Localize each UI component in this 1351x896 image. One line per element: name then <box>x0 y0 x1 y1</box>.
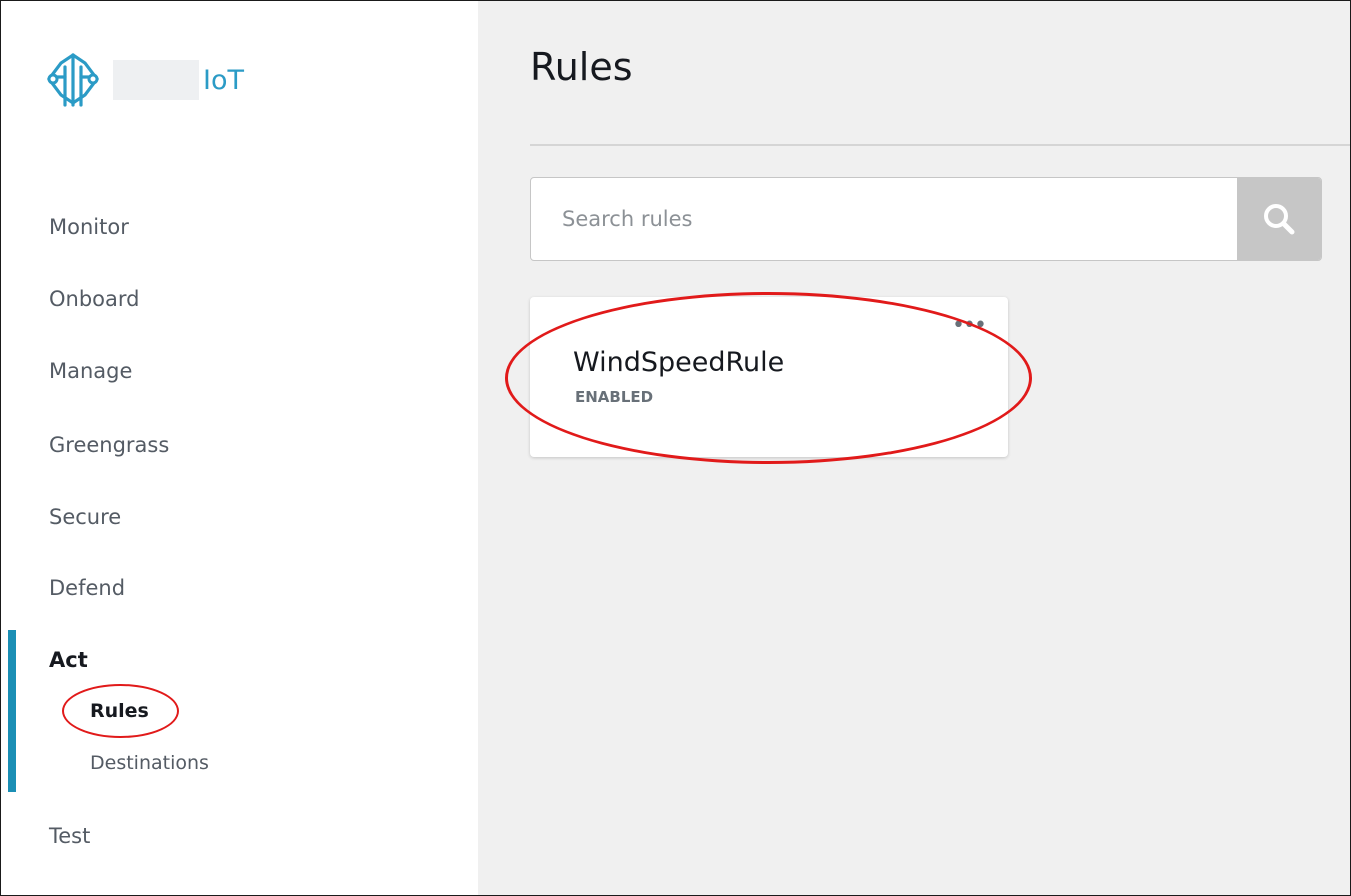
logo-text: IoT <box>203 64 244 96</box>
nav-item-test[interactable]: Test <box>49 824 90 848</box>
rule-card[interactable]: ••• WindSpeedRule ENABLED <box>530 297 1008 457</box>
nav-item-monitor[interactable]: Monitor <box>49 215 129 239</box>
rule-name[interactable]: WindSpeedRule <box>573 347 784 378</box>
logo-redacted-text <box>113 60 199 100</box>
nav-subitem-rules[interactable]: Rules <box>90 700 149 722</box>
title-divider <box>530 144 1350 146</box>
logo[interactable]: IoT <box>45 51 244 109</box>
search-bar <box>530 177 1322 261</box>
active-section-indicator <box>8 630 16 792</box>
more-options-icon[interactable]: ••• <box>952 313 987 338</box>
nav-subitem-destinations[interactable]: Destinations <box>90 752 209 774</box>
search-input[interactable] <box>531 178 1237 260</box>
sidebar: IoT Monitor Onboard Manage Greengrass Se… <box>1 1 478 895</box>
rule-status-badge: ENABLED <box>575 388 654 406</box>
nav-item-onboard[interactable]: Onboard <box>49 287 139 311</box>
nav-item-manage[interactable]: Manage <box>49 359 132 383</box>
search-button[interactable] <box>1237 178 1321 260</box>
iot-logo-icon <box>47 53 99 107</box>
nav-item-greengrass[interactable]: Greengrass <box>49 433 169 457</box>
nav-item-act[interactable]: Act <box>49 648 88 672</box>
app-window: IoT Monitor Onboard Manage Greengrass Se… <box>0 0 1351 896</box>
nav-item-defend[interactable]: Defend <box>49 576 125 600</box>
search-icon <box>1264 204 1295 235</box>
page-title: Rules <box>530 45 633 89</box>
nav-item-secure[interactable]: Secure <box>49 505 121 529</box>
main-content: Rules ••• WindSpeedRule ENABLED <box>478 1 1350 895</box>
